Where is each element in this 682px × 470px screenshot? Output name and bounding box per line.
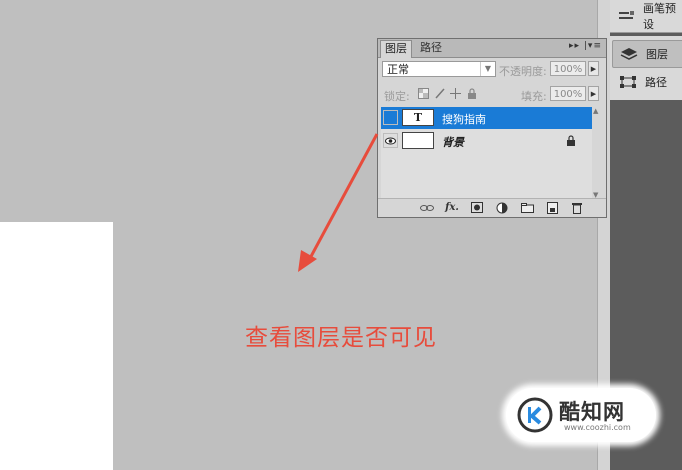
watermark-site-name: 酷知网 xyxy=(559,400,625,424)
watermark-url: www.coozhi.com xyxy=(564,423,631,432)
annotation-text: 查看图层是否可见 xyxy=(245,325,437,351)
watermark: 酷知网 www.coozhi.com xyxy=(506,388,656,442)
coozhi-logo-icon xyxy=(517,397,553,433)
